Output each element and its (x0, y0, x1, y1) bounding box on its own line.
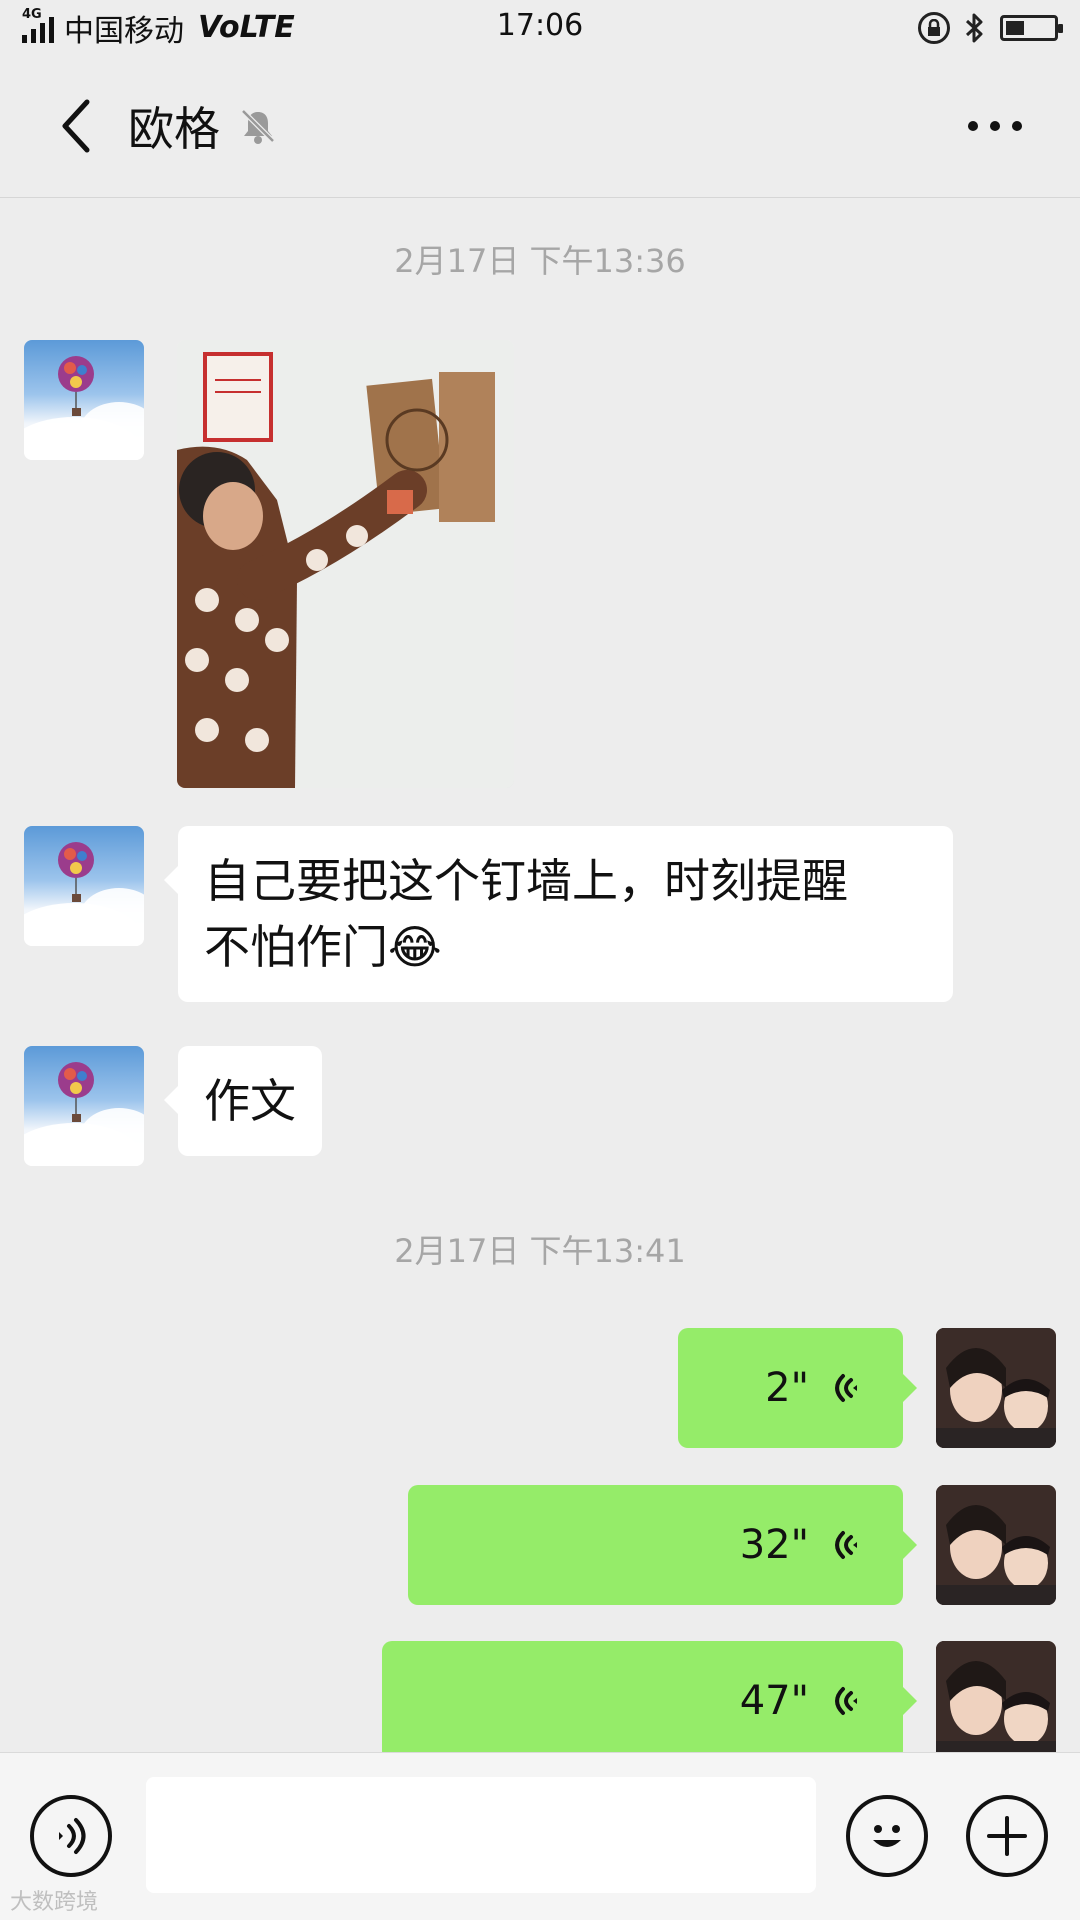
chevron-left-icon (62, 99, 90, 153)
voice-wave-icon (835, 1374, 857, 1402)
battery-fill (1006, 20, 1025, 35)
emoji-icon (873, 1825, 901, 1847)
voice-duration: 47" (739, 1678, 809, 1724)
chat-header: 欧格 (0, 55, 1080, 198)
message-text-line: 不怕作门😂 (204, 920, 442, 974)
more-options-button[interactable] (968, 101, 1022, 151)
user-photo-image (936, 1485, 1056, 1605)
volte-label: VoLTE (198, 10, 295, 45)
watermark: 大数跨境 (10, 1890, 99, 1915)
contact-avatar[interactable] (24, 826, 144, 946)
voice-message-bubble[interactable]: 47" (382, 1641, 917, 1761)
emoji-button[interactable] (846, 1795, 928, 1877)
muted-bell-icon (241, 109, 275, 144)
message-text-line: 作文 (204, 1074, 296, 1128)
message-timestamp: 2月17日 下午13:41 (394, 1232, 686, 1270)
bluetooth-icon (965, 13, 983, 42)
back-button[interactable] (30, 76, 120, 176)
user-photo-image (936, 1328, 1056, 1448)
balloon-avatar-image (24, 842, 144, 946)
message-input[interactable] (146, 1777, 816, 1893)
signal-icon: 4G (22, 7, 54, 43)
status-bar: 4G 中国移动 VoLTE 17:06 (0, 0, 1080, 55)
user-avatar[interactable] (936, 1328, 1056, 1448)
user-avatar[interactable] (936, 1485, 1056, 1605)
voice-wave-icon (835, 1687, 857, 1715)
network-type: 4G (22, 6, 42, 22)
voice-input-button[interactable] (30, 1795, 112, 1877)
voice-mode-icon (59, 1818, 86, 1854)
text-message-bubble[interactable]: 作文 (164, 1046, 322, 1156)
voice-message-bubble[interactable]: 32" (408, 1485, 917, 1605)
voice-message-bubble[interactable]: 2" (678, 1328, 917, 1448)
battery-icon (1000, 14, 1063, 41)
photo-image (177, 340, 514, 788)
image-message[interactable] (177, 340, 514, 788)
contact-avatar[interactable] (24, 340, 144, 460)
plus-icon (987, 1816, 1027, 1856)
contact-avatar[interactable] (24, 1046, 144, 1166)
user-photo-image (936, 1641, 1056, 1761)
balloon-avatar-image (24, 1062, 144, 1166)
message-text-line: 自己要把这个钉墙上，时刻提醒 (204, 854, 848, 908)
more-functions-button[interactable] (966, 1795, 1048, 1877)
chat-title: 欧格 (128, 102, 220, 156)
user-avatar[interactable] (936, 1641, 1056, 1761)
carrier-name: 中国移动 (64, 13, 184, 49)
voice-duration: 2" (765, 1365, 809, 1411)
text-message-bubble[interactable]: 自己要把这个钉墙上，时刻提醒 不怕作门😂 (164, 826, 953, 1002)
chat-input-bar (0, 1752, 1080, 1920)
voice-duration: 32" (739, 1522, 809, 1568)
rotation-lock-icon (918, 11, 950, 44)
balloon-avatar-image (24, 356, 144, 460)
message-timestamp: 2月17日 下午13:36 (394, 242, 686, 280)
voice-wave-icon (835, 1531, 857, 1559)
